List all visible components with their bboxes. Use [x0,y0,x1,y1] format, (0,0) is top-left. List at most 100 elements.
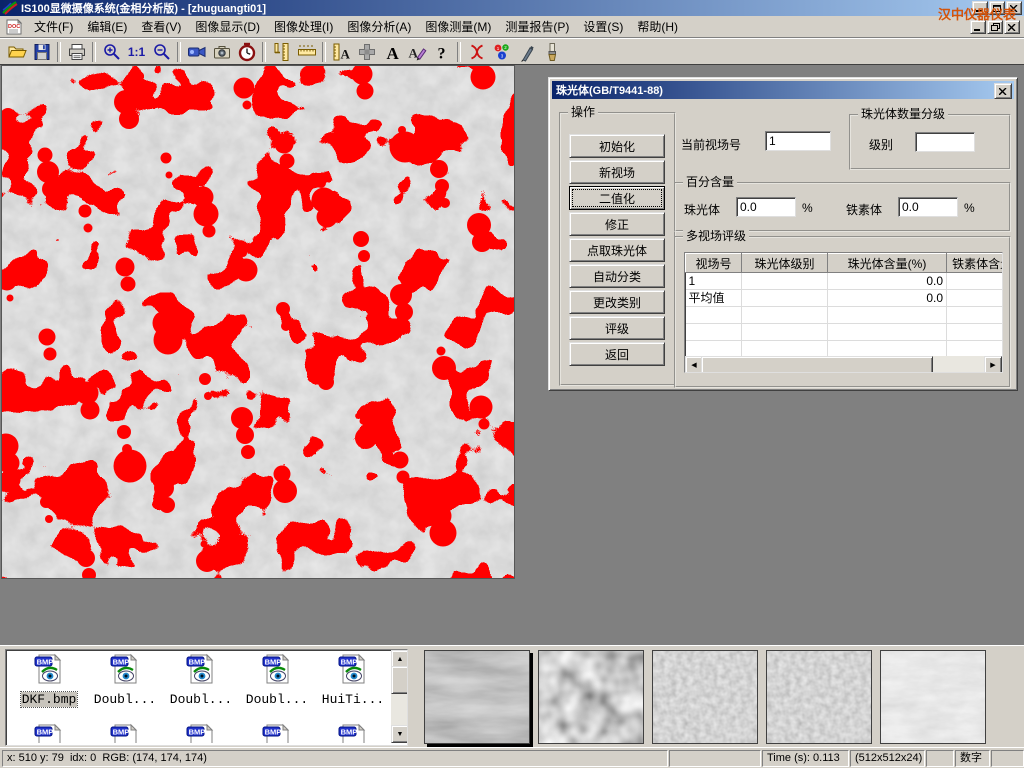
change-class-button[interactable]: 更改类别 [569,290,665,314]
table-horizontal-scrollbar[interactable]: ◀ ▶ [685,356,1002,372]
grade-input[interactable] [915,132,975,152]
timer-button[interactable] [234,40,259,63]
pearlite-percent-input[interactable] [736,197,796,217]
ferrite-percent-input[interactable] [898,197,958,217]
col-pearlite-content[interactable]: 珠光体含量(%) [828,254,947,273]
operations-group-label: 操作 [568,105,598,119]
col-field-no[interactable]: 视场号 [686,254,742,273]
document-icon[interactable]: DOC [5,19,23,35]
menu-image-analysis[interactable]: 图像分析(A) [340,16,418,37]
current-field-input[interactable] [765,131,831,151]
annotate-icon: A [407,42,427,62]
file-item[interactable]: BMP [164,723,238,746]
file-item[interactable]: BMP Doubl... [240,653,314,708]
close-button[interactable] [1006,1,1022,15]
menu-measure-report[interactable]: 测量报告(P) [498,16,576,37]
return-button[interactable]: 返回 [569,342,665,366]
application-window: IS100显微摄像系统(金相分析版) - [zhuguangti01] 汉中仪器… [0,0,1024,768]
maximize-button[interactable] [989,1,1005,15]
minimize-button[interactable] [972,1,988,15]
actual-size-button[interactable]: 1:1 [124,40,149,63]
binarize-button[interactable]: 二值化 [569,186,665,210]
bmp-file-icon: BMP [109,653,141,685]
table-row[interactable]: 1 0.0 [686,273,1004,290]
grade-group-label: 珠光体数量分级 [858,107,948,121]
toolbar-separator [262,42,266,62]
new-field-button[interactable]: 新视场 [569,160,665,184]
col-pearlite-grade[interactable]: 珠光体级别 [742,254,828,273]
child-restore-button[interactable] [987,20,1003,34]
table-row-empty [686,324,1004,341]
col-ferrite-content[interactable]: 铁素体含量(%) [947,254,1004,273]
bmp-file-icon: BMP [337,653,369,685]
file-item[interactable]: BMP Doubl... [88,653,162,708]
thumbnail-2[interactable] [538,650,644,744]
scroll-thumb[interactable] [391,666,408,694]
thumbnail-5[interactable] [880,650,986,744]
annotate-button[interactable]: A [404,40,429,63]
curve-cut-button[interactable] [464,40,489,63]
scroll-right-button[interactable]: ▶ [984,356,1002,373]
file-item[interactable]: BMP HuiTi... [316,653,390,708]
thumbnail-4[interactable] [766,650,872,744]
file-name: Doubl... [245,692,309,707]
file-item[interactable]: BMP DKF.bmp [12,653,86,708]
file-item[interactable]: BMP [12,723,86,746]
child-minimize-button[interactable] [970,20,986,34]
menu-view[interactable]: 查看(V) [134,16,188,37]
measure-text-button[interactable]: A [329,40,354,63]
scroll-down-button[interactable]: ▼ [391,725,408,743]
svg-text:A: A [408,45,418,60]
pick-pearlite-button[interactable]: 点取珠光体 [569,238,665,262]
video-capture-button[interactable] [184,40,209,63]
help-button[interactable]: ? [429,40,454,63]
bmp-file-icon: BMP [33,723,65,743]
dialog-close-button[interactable] [994,83,1012,99]
auto-classify-button[interactable]: 自动分类 [569,264,665,288]
curve-cut-icon [467,42,487,62]
initialize-button[interactable]: 初始化 [569,134,665,158]
svg-text:BMP: BMP [189,658,206,667]
picker-button[interactable] [514,40,539,63]
grade-button[interactable]: 评级 [569,316,665,340]
brush-button[interactable] [539,40,564,63]
title-bar: IS100显微摄像系统(金相分析版) - [zhuguangti01] [0,0,1024,16]
scroll-thumb[interactable] [701,356,933,373]
zoom-out-button[interactable] [149,40,174,63]
menu-file[interactable]: 文件(F) [27,16,80,37]
text-button[interactable]: A [379,40,404,63]
menu-settings[interactable]: 设置(S) [576,16,630,37]
current-field-label: 当前视场号 [681,136,741,153]
thumbnail-1[interactable] [424,650,530,744]
ruler-button[interactable] [294,40,319,63]
caliper-button[interactable] [269,40,294,63]
classify-button[interactable]: 123 [489,40,514,63]
child-close-button[interactable] [1004,20,1020,34]
menu-image-processing[interactable]: 图像处理(I) [267,16,340,37]
menu-image-display[interactable]: 图像显示(D) [188,16,267,37]
print-button[interactable] [64,40,89,63]
merge-grid-button[interactable] [354,40,379,63]
file-item[interactable]: BMP Doubl... [164,653,238,708]
menu-edit[interactable]: 编辑(E) [80,16,134,37]
zoom-in-button[interactable] [99,40,124,63]
file-item[interactable]: BMP [316,723,390,746]
window-controls [972,1,1022,15]
bmp-file-icon: BMP [185,653,217,685]
file-item[interactable]: BMP [88,723,162,746]
dialog-title-bar[interactable]: 珠光体(GB/T9441-88) [552,81,1014,99]
svg-text:?: ? [437,45,445,62]
file-item[interactable]: BMP [240,723,314,746]
open-file-button[interactable] [4,40,29,63]
cell-field: 1 [686,273,742,290]
menu-image-measure[interactable]: 图像测量(M) [418,16,498,37]
save-button[interactable] [29,40,54,63]
pearlite-label: 珠光体 [684,201,720,218]
table-row-average[interactable]: 平均值 0.0 [686,290,1004,307]
correct-button[interactable]: 修正 [569,212,665,236]
thumbnail-3[interactable] [652,650,758,744]
micrograph-image[interactable] [1,65,515,579]
menu-help[interactable]: 帮助(H) [630,16,685,37]
file-list-scrollbar[interactable]: ▲ ▼ [391,650,407,743]
snapshot-button[interactable] [209,40,234,63]
